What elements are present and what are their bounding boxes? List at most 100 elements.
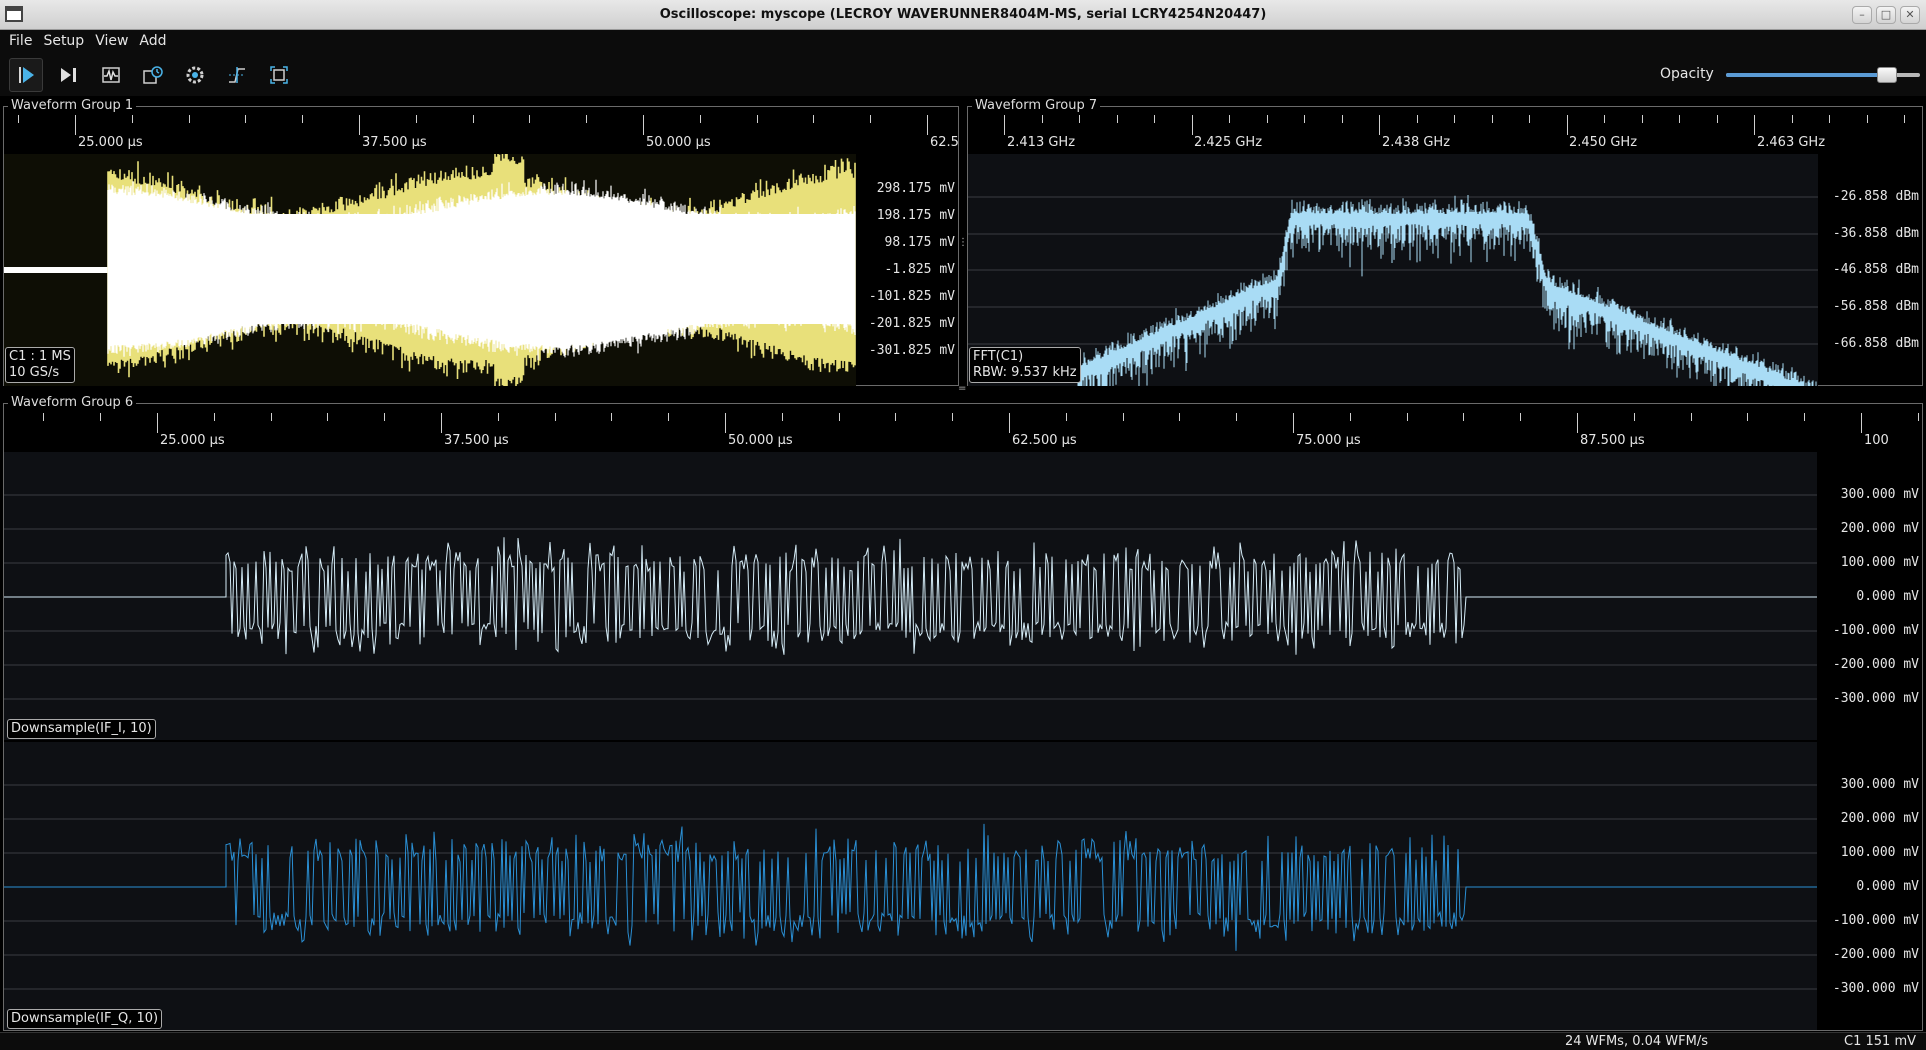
ruler-minor-tick — [529, 115, 530, 123]
ruler-major-tick — [1192, 115, 1193, 135]
y-axis-label: 100.000 mV — [1840, 555, 1919, 570]
ruler-minor-tick — [1066, 413, 1067, 421]
ruler-tick-label: 2.413 GHz — [1007, 135, 1076, 150]
y-axis-label: 300.000 mV — [1840, 777, 1919, 792]
waveform-button[interactable] — [94, 58, 128, 92]
ruler-minor-tick — [1634, 413, 1635, 421]
ruler-major-tick — [643, 115, 644, 135]
ruler-minor-tick — [668, 413, 669, 421]
ruler-minor-tick — [813, 115, 814, 123]
status-waveform-rate: 24 WFMs, 0.04 WFM/s — [1564, 1034, 1708, 1049]
ruler-minor-tick — [1679, 115, 1680, 123]
y-axis-label: 198.175 mV — [876, 208, 955, 223]
ruler-minor-tick — [1792, 115, 1793, 123]
vertical-splitter-handle[interactable]: ⋮ — [958, 238, 968, 248]
ruler-major-tick — [1577, 413, 1578, 433]
ruler-minor-tick — [271, 413, 272, 421]
ruler-major-tick — [1754, 115, 1755, 135]
ruler-tick-label: 87.500 µs — [1580, 433, 1645, 448]
ruler-tick-label: 25.000 µs — [78, 135, 143, 150]
single-trigger-button[interactable] — [52, 58, 86, 92]
waveform-group-6: Waveform Group 6 25.000 µs 37.500 µs 50.00… — [3, 395, 1923, 1031]
menu-view[interactable]: View — [95, 33, 136, 49]
fft-canvas — [968, 154, 1818, 386]
y-axis-label: -100.000 mV — [1832, 913, 1919, 928]
y-axis-label: 98.175 mV — [884, 235, 955, 250]
opacity-label: Opacity — [1660, 66, 1714, 82]
menu-setup[interactable]: Setup — [43, 33, 92, 49]
settings-gear-icon — [186, 66, 204, 84]
if-i-canvas — [4, 452, 1817, 740]
c1-waveform-canvas — [4, 154, 856, 386]
fullscreen-button[interactable] — [262, 58, 296, 92]
menu-add[interactable]: Add — [139, 33, 174, 49]
ruler-major-tick — [1379, 115, 1380, 135]
ruler-major-tick — [157, 413, 158, 433]
ruler-minor-tick — [1454, 115, 1455, 123]
horizontal-splitter-handle[interactable]: = — [958, 384, 966, 394]
menu-file[interactable]: File — [9, 33, 40, 49]
ruler-minor-tick — [1236, 413, 1237, 421]
ruler-minor-tick — [1691, 413, 1692, 421]
ruler-minor-tick — [1079, 115, 1080, 123]
y-axis-label: 0.000 mV — [1856, 879, 1919, 894]
y-axis-label: -26.858 dBm — [1832, 189, 1919, 204]
settings-button[interactable] — [178, 58, 212, 92]
y-axis-label: 200.000 mV — [1840, 811, 1919, 826]
opacity-slider[interactable] — [1726, 67, 1920, 83]
ruler-tick-label: 2.463 GHz — [1757, 135, 1826, 150]
ruler-minor-tick — [1604, 115, 1605, 123]
play-button[interactable] — [9, 58, 43, 92]
ruler-minor-tick — [189, 115, 190, 123]
y-axis-label: -201.825 mV — [868, 316, 955, 331]
ruler-minor-tick — [1407, 413, 1408, 421]
play-icon — [19, 67, 34, 83]
y-axis-label: 100.000 mV — [1840, 845, 1919, 860]
frequency-axis-ruler[interactable]: 2.413 GHz 2.425 GHz 2.438 GHz 2.450 GHz 2.46… — [968, 115, 1922, 151]
opacity-slider-handle[interactable] — [1877, 67, 1898, 83]
ruler-minor-tick — [384, 413, 385, 421]
y-axis-label: -200.000 mV — [1832, 947, 1919, 962]
channel-rbw: RBW: 9.537 kHz — [973, 365, 1077, 380]
maximize-button[interactable]: □ — [1876, 6, 1896, 24]
y-axis-label: 200.000 mV — [1840, 521, 1919, 536]
y-axis-label: 300.000 mV — [1840, 487, 1919, 502]
ruler-minor-tick — [586, 115, 587, 123]
ruler-minor-tick — [1747, 413, 1748, 421]
group-title: Waveform Group 7 — [972, 98, 1101, 114]
ruler-major-tick — [1293, 413, 1294, 433]
channel-label-if-i[interactable]: Downsample(IF_I, 10) — [7, 719, 156, 739]
ruler-minor-tick — [1463, 413, 1464, 421]
time-axis-ruler[interactable]: 25.000 µs 37.500 µs 50.000 µs 62.500 µs 75.0… — [4, 413, 1922, 449]
ruler-minor-tick — [1350, 413, 1351, 421]
c1-trace-fill — [124, 214, 854, 324]
ruler-minor-tick — [1267, 115, 1268, 123]
channel-sample-rate: 10 GS/s — [9, 365, 60, 380]
ruler-minor-tick — [1179, 413, 1180, 421]
channel-label-fft[interactable]: FFT(C1) RBW: 9.537 kHz — [969, 347, 1081, 383]
waveform-plot[interactable] — [4, 154, 856, 386]
channel-label-c1[interactable]: C1 : 1 MS 10 GS/s — [5, 347, 75, 383]
history-button[interactable] — [136, 58, 170, 92]
ruler-minor-tick — [1342, 115, 1343, 123]
ruler-minor-tick — [895, 413, 896, 421]
y-axis-label: -300.000 mV — [1832, 691, 1919, 706]
minimize-button[interactable]: – — [1852, 6, 1872, 24]
y-axis-label: -200.000 mV — [1832, 657, 1919, 672]
ruler-minor-tick — [757, 115, 758, 123]
if-i-plot[interactable] — [4, 452, 1817, 740]
time-axis-ruler[interactable]: 25.000 µs 37.500 µs 50.000 µs 62.5 — [4, 115, 958, 151]
close-button[interactable]: ✕ — [1900, 6, 1920, 24]
ruler-minor-tick — [214, 413, 215, 421]
ruler-minor-tick — [870, 115, 871, 123]
ruler-tick-label: 50.000 µs — [646, 135, 711, 150]
fft-plot[interactable] — [968, 154, 1818, 386]
ruler-minor-tick — [1304, 115, 1305, 123]
if-q-plot[interactable] — [4, 742, 1817, 1030]
channel-label-if-q[interactable]: Downsample(IF_Q, 10) — [7, 1009, 163, 1029]
y-axis-label: -56.858 dBm — [1832, 299, 1919, 314]
ruler-minor-tick — [1918, 413, 1919, 421]
trigger-edge-button[interactable] — [220, 58, 254, 92]
ruler-major-tick — [1004, 115, 1005, 135]
waveform-group-1: Waveform Group 1 25.000 µs 37.500 µs 50.00… — [3, 98, 959, 386]
